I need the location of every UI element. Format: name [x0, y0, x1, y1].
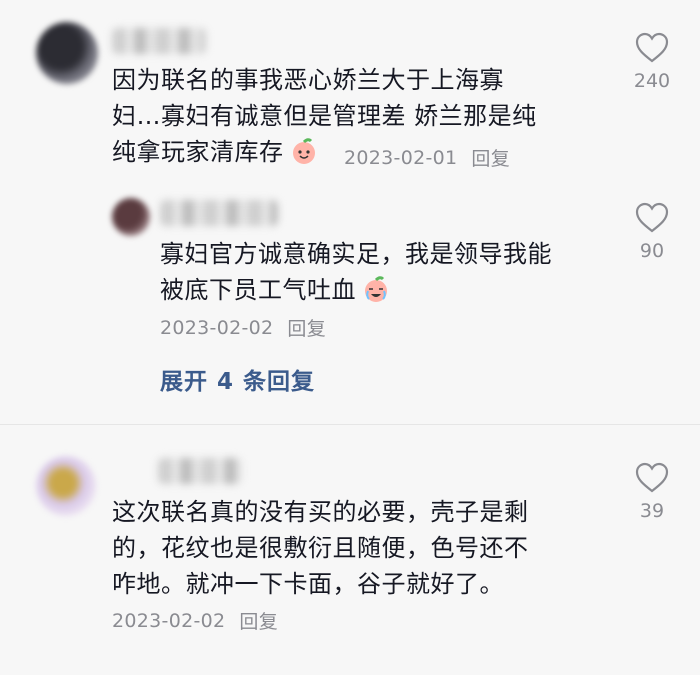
avatar[interactable]	[112, 198, 150, 236]
comment-date: 2023-02-02	[112, 609, 226, 632]
reply-button[interactable]: 回复	[239, 607, 278, 634]
comment-text: 这次联名真的没有买的必要，壳子是剩 的，花纹也是很敷衍且随便，色号还不 咋地。就…	[112, 498, 529, 598]
avatar[interactable]	[36, 456, 96, 516]
crying-laughing-emoji-icon	[362, 275, 390, 313]
heart-outline-icon	[635, 202, 669, 233]
like-button[interactable]: 90	[622, 202, 682, 262]
like-count: 240	[633, 70, 671, 92]
reply-meta: 2023-02-02 回复	[160, 314, 326, 341]
like-count: 90	[639, 240, 665, 262]
like-count: 39	[639, 500, 665, 522]
peach-smile-emoji-icon	[290, 137, 318, 175]
username-blurred[interactable]	[112, 28, 206, 54]
heart-outline-icon	[635, 462, 669, 493]
comment-date: 2023-02-01	[344, 146, 458, 169]
comment-divider	[0, 424, 700, 425]
username-blurred[interactable]	[158, 458, 242, 484]
like-button[interactable]: 240	[622, 32, 682, 92]
reply-button[interactable]: 回复	[287, 314, 326, 341]
avatar[interactable]	[36, 22, 98, 84]
reply-date: 2023-02-02	[160, 316, 274, 339]
expand-replies-button[interactable]: 展开 4 条回复	[160, 362, 315, 396]
heart-outline-icon	[635, 32, 669, 63]
like-button[interactable]: 39	[622, 462, 682, 522]
username-blurred[interactable]	[160, 200, 278, 226]
comment-meta: 2023-02-02 回复	[112, 607, 278, 634]
reply-text: 寡妇官方诚意确实足，我是领导我能 被底下员工气吐血	[160, 236, 552, 313]
comment-meta: 2023-02-01 回复	[344, 144, 510, 171]
reply-button[interactable]: 回复	[471, 144, 510, 171]
